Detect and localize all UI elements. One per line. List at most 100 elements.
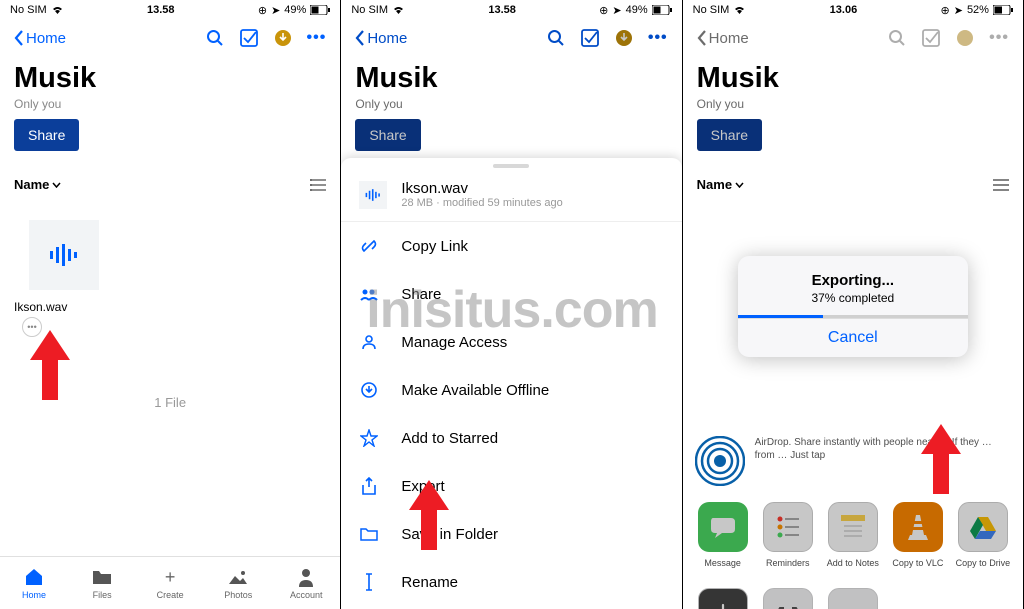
share-button[interactable]: Share (14, 119, 79, 151)
app-label: Copy to Drive (956, 558, 1011, 568)
more-icon: ••• (828, 588, 878, 609)
search-icon[interactable] (546, 28, 566, 48)
export-modal: Exporting... 37% completed Cancel (738, 256, 968, 357)
app-drive[interactable]: Copy to Drive (953, 502, 1013, 568)
drive-icon (958, 502, 1008, 552)
search-icon (887, 28, 907, 48)
clock: 13.58 (488, 4, 516, 16)
vlc-icon (893, 502, 943, 552)
tab-label: Account (290, 590, 323, 600)
home-icon (23, 566, 45, 588)
share-icon (359, 284, 379, 304)
cursor-icon (359, 572, 379, 592)
clock: 13.58 (147, 4, 175, 16)
sheet-rename[interactable]: Rename (341, 558, 681, 606)
screen-3: No SIM 13.06 ⊕➤52% Home ••• Musik Only y… (683, 0, 1024, 609)
list-header: Name (0, 167, 340, 202)
checkbox-icon[interactable] (239, 28, 259, 48)
chevron-left-icon (355, 30, 365, 46)
share-button[interactable]: Share (355, 119, 420, 151)
tab-account[interactable]: Account (272, 557, 340, 609)
battery-icon (310, 5, 330, 15)
reminders-icon (763, 502, 813, 552)
page-title: Musik (355, 62, 667, 95)
sheet-export[interactable]: Export (341, 462, 681, 510)
more-icon[interactable]: ••• (648, 29, 668, 47)
wifi-icon (392, 5, 405, 15)
tab-label: Photos (224, 590, 252, 600)
sheet-offline[interactable]: Make Available Offline (341, 366, 681, 414)
chevron-left-icon (697, 30, 707, 46)
sheet-share[interactable]: Share (341, 270, 681, 318)
status-bar: No SIM 13.06 ⊕➤52% (683, 0, 1023, 18)
nav-bar: Home ••• (341, 18, 681, 58)
wifi-icon (51, 5, 64, 15)
audio-thumb-icon (29, 220, 99, 290)
notification-icon (955, 28, 975, 48)
sheet-label: Rename (401, 574, 458, 591)
notes-icon (828, 502, 878, 552)
checkbox-icon[interactable] (580, 28, 600, 48)
sheet-copy-link[interactable]: Copy Link (341, 222, 681, 270)
compass-icon: ⊕ (258, 4, 267, 17)
sheet-save-folder[interactable]: Save in Folder (341, 510, 681, 558)
offline-icon (359, 380, 379, 400)
file-name: Ikson.wav (14, 300, 114, 314)
sheet-file-title: Ikson.wav (401, 180, 562, 197)
app-row: Message Reminders Add to Notes Copy to V… (683, 492, 1023, 578)
chevron-down-icon (52, 182, 61, 188)
page-title: Musik (697, 62, 1009, 95)
page-subtitle: Only you (355, 97, 667, 111)
sheet-items: Copy Link Share Manage Access Make Avail… (341, 222, 681, 609)
wifi-icon (733, 5, 746, 15)
tab-files[interactable]: Files (68, 557, 136, 609)
airdrop-row[interactable]: AirDrop. Share instantly with people nea… (683, 422, 1023, 492)
app-vlc[interactable]: Copy to VLC (888, 502, 948, 568)
app-label: Message (704, 558, 741, 568)
action-more[interactable]: •••More (823, 588, 883, 609)
message-icon (698, 502, 748, 552)
sheet-handle[interactable] (493, 164, 529, 168)
link-icon (359, 236, 379, 256)
sort-button[interactable]: Name (14, 177, 61, 192)
carrier-label: No SIM (693, 4, 730, 16)
photo-icon (227, 566, 249, 588)
location-icon: ➤ (612, 4, 621, 17)
tab-create[interactable]: +Create (136, 557, 204, 609)
action-copy-link[interactable]: Copy Link (758, 588, 818, 609)
back-button[interactable]: Home (14, 30, 66, 47)
notification-icon[interactable] (614, 28, 634, 48)
modal-cancel-button[interactable]: Cancel (738, 318, 968, 357)
sheet-label: Share (401, 286, 441, 303)
action-open-in[interactable]: Open In… (693, 588, 753, 609)
sort-label: Name (14, 177, 49, 192)
battery-icon (993, 5, 1013, 15)
nav-bar: Home ••• (683, 18, 1023, 58)
back-button: Home (697, 30, 749, 47)
tab-photos[interactable]: Photos (204, 557, 272, 609)
chevron-down-icon (735, 182, 744, 188)
screen-1: No SIM 13.58 ⊕ ➤ 49% Home ••• Musik Only… (0, 0, 341, 609)
app-message[interactable]: Message (693, 502, 753, 568)
sheet-manage-access[interactable]: Manage Access (341, 318, 681, 366)
view-list-icon[interactable] (310, 178, 326, 192)
notification-icon[interactable] (273, 28, 293, 48)
file-options-button[interactable]: ••• (22, 317, 42, 337)
search-icon[interactable] (205, 28, 225, 48)
airdrop-icon (695, 436, 745, 486)
sheet-label: Make Available Offline (401, 382, 549, 399)
tab-home[interactable]: Home (0, 557, 68, 609)
page-header: Musik Only you Share (0, 58, 340, 161)
app-notes[interactable]: Add to Notes (823, 502, 883, 568)
tab-bar: Home Files +Create Photos Account (0, 556, 340, 609)
sheet-label: Manage Access (401, 334, 507, 351)
clock: 13.06 (830, 4, 858, 16)
view-list-icon (993, 178, 1009, 192)
plus-icon: + (159, 566, 181, 588)
back-button[interactable]: Home (355, 30, 407, 47)
file-item[interactable]: Ikson.wav ••• (14, 220, 114, 337)
app-reminders[interactable]: Reminders (758, 502, 818, 568)
sheet-star[interactable]: Add to Starred (341, 414, 681, 462)
more-icon[interactable]: ••• (307, 29, 327, 47)
star-icon (359, 428, 379, 448)
